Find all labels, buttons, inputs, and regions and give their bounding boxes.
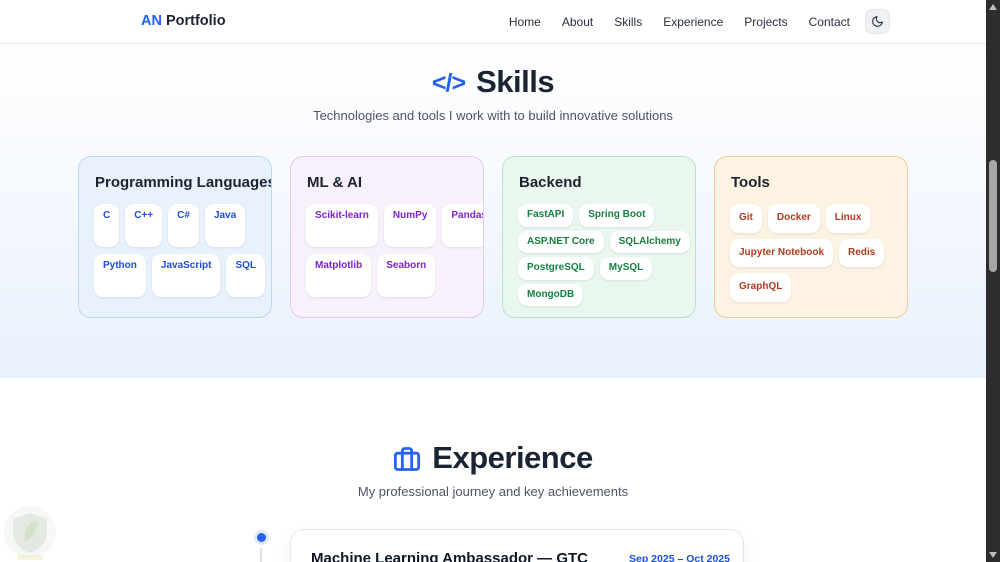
skill-chip-numpy: NumPy	[383, 204, 437, 247]
skill-chip-matplotlib: Matplotlib	[306, 254, 372, 297]
skill-card-tools: Tools Git Docker Linux Jupyter Notebook Redis…	[714, 156, 908, 318]
scrollbar-down-arrow[interactable]	[989, 552, 997, 558]
chip-row: C C++ C# Java	[94, 204, 259, 247]
skill-chip-postgresql: PostgreSQL	[518, 257, 594, 280]
skill-chip-docker: Docker	[767, 204, 820, 233]
experience-item-title: Machine Learning Ambassador — GTC	[311, 550, 588, 562]
skill-chip-mongodb: MongoDB	[518, 283, 584, 306]
skill-chip-python: Python	[94, 254, 146, 297]
scrollbar-thumb[interactable]	[989, 160, 997, 272]
skill-chip-redis: Redis	[839, 238, 885, 267]
skill-chip-git: Git	[730, 204, 762, 233]
skill-chip-fastapi: FastAPI	[518, 204, 574, 227]
nav-link-skills[interactable]: Skills	[614, 15, 642, 29]
nav-link-experience[interactable]: Experience	[663, 15, 723, 29]
timeline-dot	[257, 533, 266, 542]
skill-chip-linux: Linux	[825, 204, 871, 233]
scrollbar-up-arrow[interactable]	[989, 4, 997, 10]
nav-links: Home About Skills Experience Projects Contact	[509, 0, 850, 43]
logo-text: Portfolio	[165, 13, 226, 29]
skills-subtitle: Technologies and tools I work with to bu…	[313, 108, 673, 123]
skill-chip-mysql: MySQL	[599, 257, 653, 280]
skill-chip-sql: SQL	[226, 254, 266, 297]
scrollbar-track[interactable]	[986, 0, 1000, 562]
skill-chip-javascript: JavaScript	[151, 254, 221, 297]
skill-chip-asp-net-core: ASP.NET Core	[518, 230, 604, 253]
skill-chip-sqlalchemy: SQLAlchemy	[609, 230, 690, 253]
skills-section: </> Skills Technologies and tools I work…	[0, 44, 986, 378]
chip-row: ASP.NET Core SQLAlchemy	[518, 230, 690, 253]
chip-row: Jupyter Notebook Redis	[730, 238, 895, 267]
experience-header: Experience My professional journey and k…	[0, 440, 986, 499]
skill-card-title: Programming Languages	[95, 174, 272, 191]
skill-chip-java: Java	[204, 204, 246, 247]
top-navbar: AN Portfolio Home About Skills Experience Pro…	[0, 0, 986, 44]
nav-link-about[interactable]: About	[562, 15, 593, 29]
chip-row: Python JavaScript SQL	[94, 254, 266, 297]
skill-chip-pandas: Pandas	[442, 204, 483, 247]
nav-link-home[interactable]: Home	[509, 15, 541, 29]
briefcase-icon	[393, 445, 421, 473]
skill-card-backend: Backend FastAPI Spring Boot ASP.NET Core SQL…	[502, 156, 696, 318]
skill-chip-scikit-learn: Scikit-learn	[306, 204, 378, 247]
skill-chip-c: C#	[168, 204, 199, 247]
logo-accent: AN	[141, 13, 162, 29]
skills-cards: Programming Languages C C++ C# Java Python Jav…	[0, 156, 986, 318]
chip-row: Matplotlib Seaborn	[306, 254, 471, 297]
skill-chip-c: C	[94, 204, 120, 247]
experience-subtitle: My professional journey and key achievem…	[357, 484, 629, 499]
chip-row: PostgreSQL MySQL	[518, 257, 683, 280]
nav-link-projects[interactable]: Projects	[744, 15, 787, 29]
skill-card-title: ML & AI	[307, 174, 362, 191]
chip-row: Git Docker Linux	[730, 204, 895, 233]
skill-card-ml-ai: ML & AI Scikit-learn NumPy Pandas Matplotlib…	[290, 156, 484, 318]
site-logo[interactable]: AN Portfolio	[141, 0, 226, 43]
nav-link-contact[interactable]: Contact	[809, 15, 850, 29]
skill-card-title: Backend	[519, 174, 582, 191]
skills-header: </> Skills Technologies and tools I work…	[0, 64, 986, 123]
code-icon: </>	[431, 68, 466, 97]
moon-icon	[871, 15, 884, 28]
skill-card-programming-languages: Programming Languages C C++ C# Java Python Jav…	[78, 156, 272, 318]
skills-title: Skills	[476, 64, 555, 99]
experience-card: Machine Learning Ambassador — GTC Sep 20…	[290, 529, 744, 562]
skill-chip-seaborn: Seaborn	[377, 254, 436, 297]
chip-row: FastAPI Spring Boot	[518, 204, 683, 227]
experience-section: Experience My professional journey and k…	[0, 378, 986, 562]
skill-chip-spring-boot: Spring Boot	[579, 204, 655, 227]
experience-item-date: Sep 2025 – Oct 2025	[629, 553, 730, 562]
chip-row: MongoDB	[518, 283, 683, 306]
skill-chip-jupyter-notebook: Jupyter Notebook	[730, 238, 834, 267]
timeline-line	[260, 548, 262, 562]
skill-chip-c: C++	[125, 204, 163, 247]
skill-chip-graphql: GraphQL	[730, 273, 792, 302]
experience-title: Experience	[432, 440, 593, 475]
chip-row: GraphQL	[730, 273, 895, 302]
skill-card-title: Tools	[731, 174, 770, 191]
theme-toggle-button[interactable]	[865, 9, 890, 34]
chip-row: Scikit-learn NumPy Pandas	[306, 204, 483, 247]
